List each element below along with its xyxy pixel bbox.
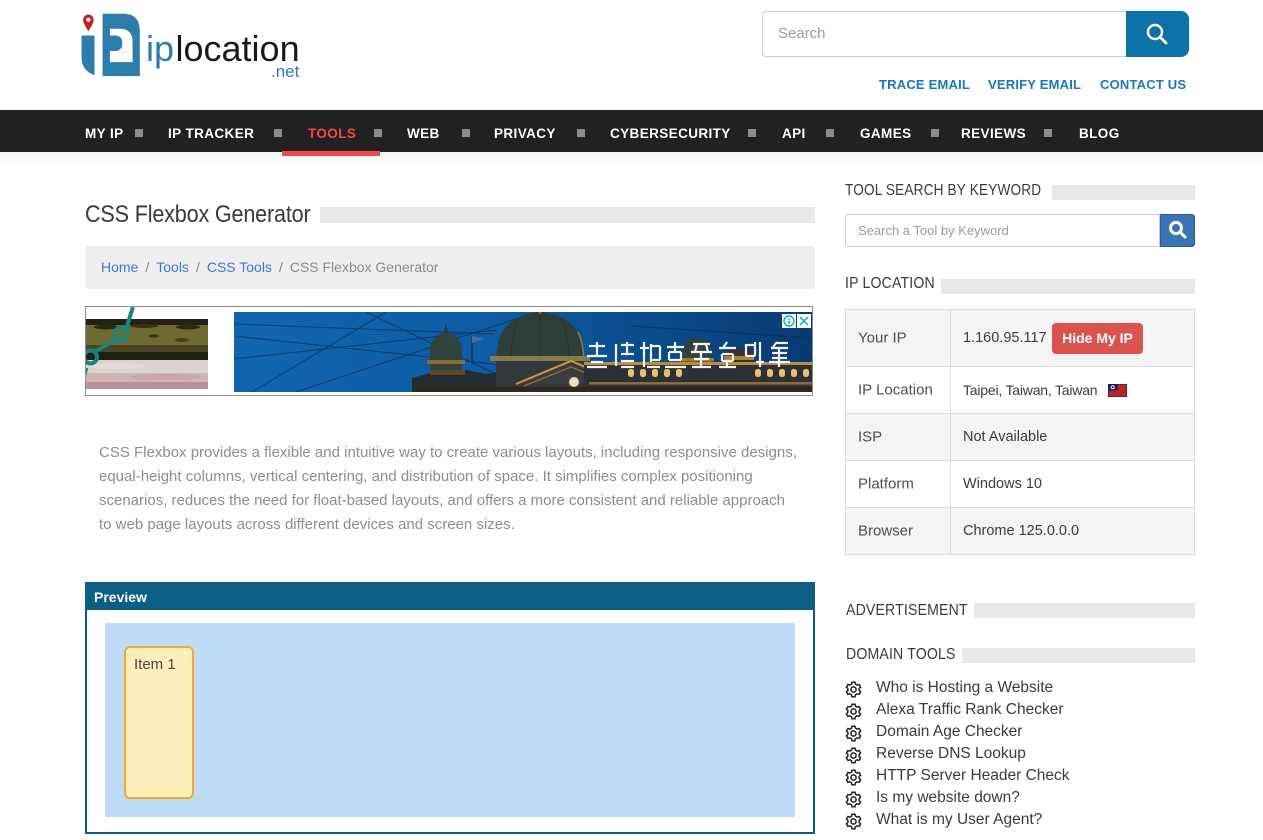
svg-text:.net: .net	[271, 62, 300, 81]
svg-text:ip: ip	[146, 28, 174, 69]
